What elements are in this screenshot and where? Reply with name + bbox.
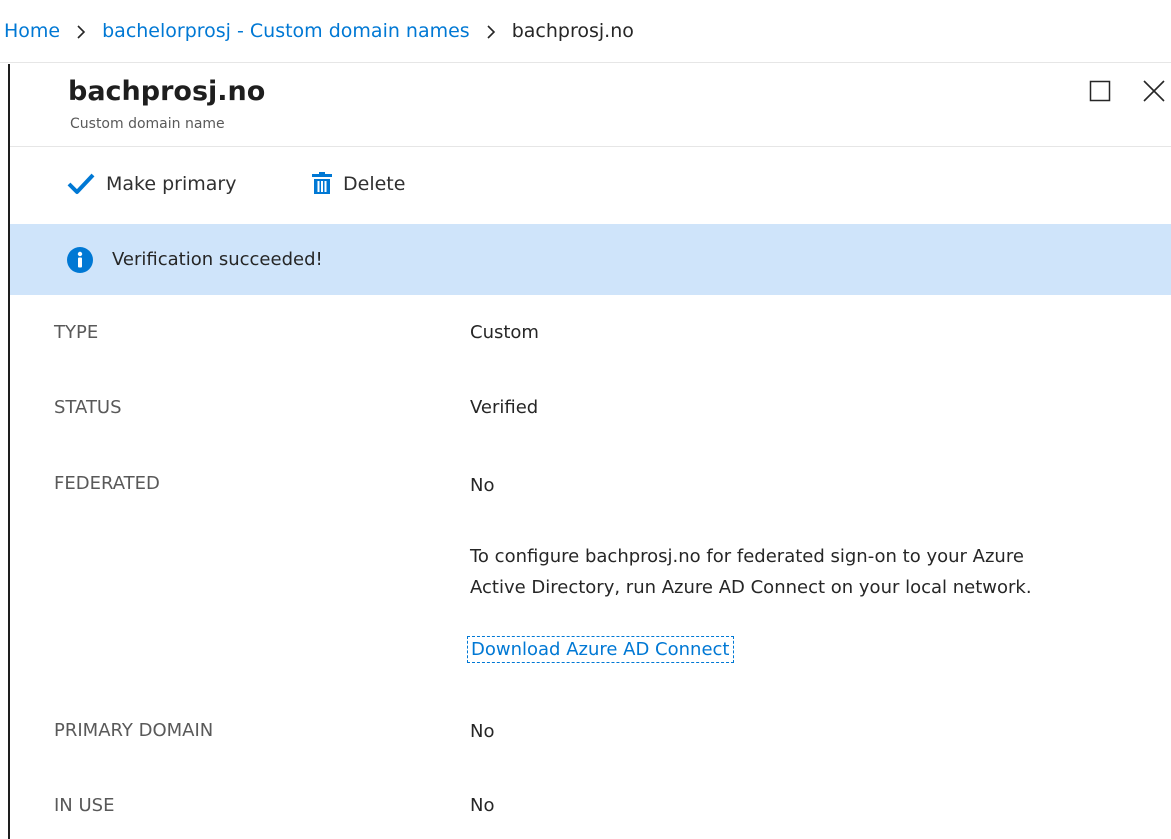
federated-note: To configure bachprosj.no for federated … [470,541,1170,603]
info-icon [67,246,93,273]
domain-blade: bachprosj.no Custom domain name Make pri… [8,64,1171,839]
type-label: TYPE [54,322,99,343]
breadcrumb-home-link[interactable]: Home [4,20,60,42]
breadcrumb-parent-link[interactable]: bachelorprosj - Custom domain names [102,20,470,42]
toolbar-divider [10,146,1171,147]
breadcrumb-current: bachprosj.no [511,20,634,42]
page-subtitle: Custom domain name [70,116,225,132]
in-use-label: IN USE [54,795,115,816]
primary-domain-value: No [470,721,495,742]
make-primary-label: Make primary [106,173,237,195]
chevron-right-icon [487,25,495,39]
page-title: bachprosj.no [68,76,266,107]
federated-value: No [470,475,495,496]
breadcrumb: Home bachelorprosj - Custom domain names… [0,0,1171,63]
close-icon[interactable] [1141,78,1167,104]
banner-text: Verification succeeded! [112,249,323,270]
status-value: Verified [470,397,539,418]
federated-label: FEDERATED [54,473,160,494]
primary-domain-label: PRIMARY DOMAIN [54,720,214,741]
checkmark-icon [67,173,95,194]
maximize-icon[interactable] [1089,80,1111,102]
in-use-value: No [470,795,495,816]
status-label: STATUS [54,397,122,418]
verification-banner: Verification succeeded! [10,224,1171,295]
type-value: Custom [470,322,539,343]
federated-note-line-2: Active Directory, run Azure AD Connect o… [470,577,1032,598]
download-azure-ad-connect-link[interactable]: Download Azure AD Connect [467,636,734,663]
trash-icon [312,172,332,194]
chevron-right-icon [77,25,86,39]
make-primary-button[interactable]: Make primary [66,172,236,196]
delete-button[interactable]: Delete [311,172,405,196]
federated-note-line-1: To configure bachprosj.no for federated … [470,546,1024,567]
delete-label: Delete [343,173,406,195]
